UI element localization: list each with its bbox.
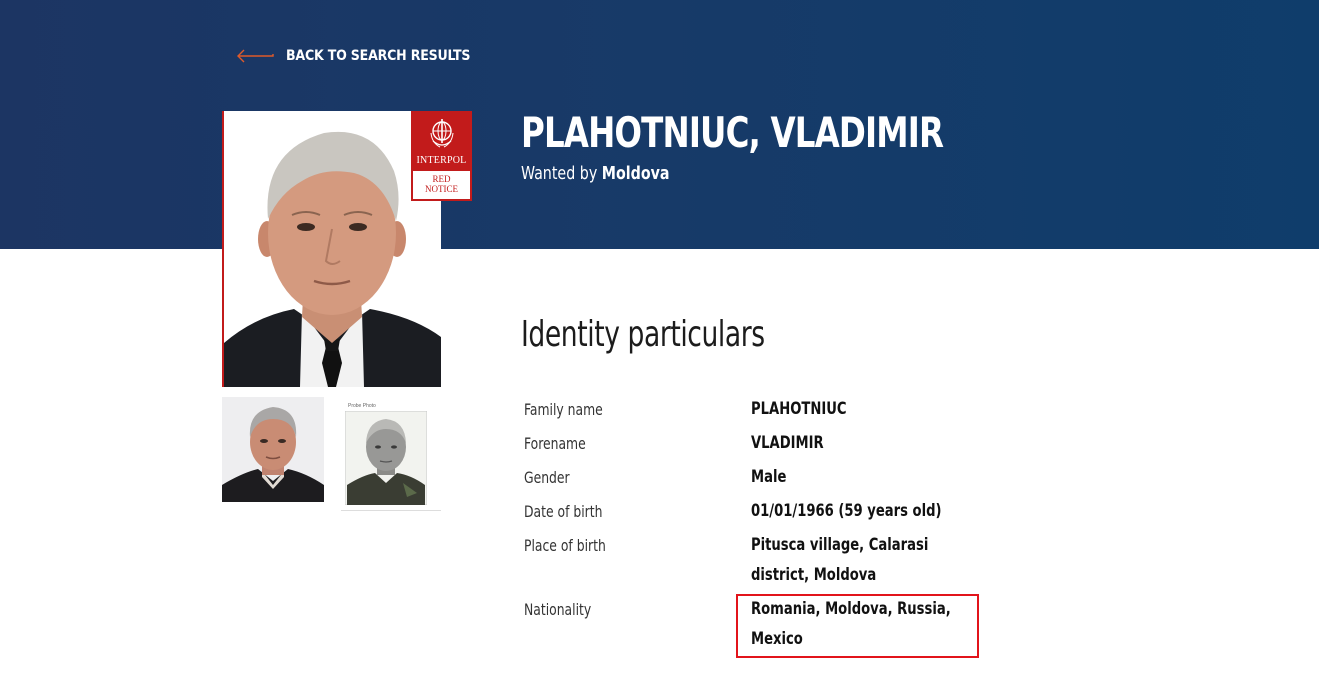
family-name-label: Family name xyxy=(524,400,603,419)
back-link-label: BACK TO SEARCH RESULTS xyxy=(286,48,471,64)
badge-type-line2: NOTICE xyxy=(425,184,458,194)
interpol-globe-icon xyxy=(430,119,453,148)
portrait-image xyxy=(224,111,441,387)
arrow-left-icon xyxy=(237,49,274,63)
badge-notice-type: RED NOTICE xyxy=(413,171,470,199)
probe-portrait-image xyxy=(345,411,427,505)
back-to-results-link[interactable]: BACK TO SEARCH RESULTS xyxy=(236,44,470,68)
main-photo[interactable] xyxy=(222,111,441,387)
gender-value: Male xyxy=(751,467,787,487)
thumbnail-photo-1[interactable] xyxy=(222,397,324,502)
forename-value: VLADIMIR xyxy=(751,433,824,453)
nationality-highlight-box xyxy=(736,594,979,658)
place-of-birth-label: Place of birth xyxy=(524,536,606,555)
badge-logo-area: INTERPOL xyxy=(411,111,472,169)
forename-label: Forename xyxy=(524,434,586,453)
thumbnail-photo-2[interactable]: Probe Photo xyxy=(341,398,441,511)
probe-photo-label: Probe Photo xyxy=(348,403,376,409)
identity-section-title: Identity particulars xyxy=(521,314,765,355)
place-of-birth-value: Pitusca village, Calarasi district, Mold… xyxy=(751,535,929,585)
wanted-by-prefix: Wanted by xyxy=(521,163,598,184)
wanted-by-country: Moldova xyxy=(601,163,670,184)
date-of-birth-value: 01/01/1966 (59 years old) xyxy=(751,501,942,521)
wanted-by-line: Wanted by Moldova xyxy=(521,163,670,184)
badge-org-label: INTERPOL xyxy=(416,155,467,166)
family-name-value: PLAHOTNIUC xyxy=(751,399,847,419)
person-name-title: PLAHOTNIUC, VLADIMIR xyxy=(521,108,944,157)
red-notice-badge: INTERPOL RED NOTICE xyxy=(411,111,472,201)
thumbnail-portrait-image xyxy=(222,397,324,502)
nationality-label: Nationality xyxy=(524,600,592,619)
date-of-birth-label: Date of birth xyxy=(524,502,603,521)
gender-label: Gender xyxy=(524,468,570,487)
badge-type-line1: RED xyxy=(432,174,451,184)
